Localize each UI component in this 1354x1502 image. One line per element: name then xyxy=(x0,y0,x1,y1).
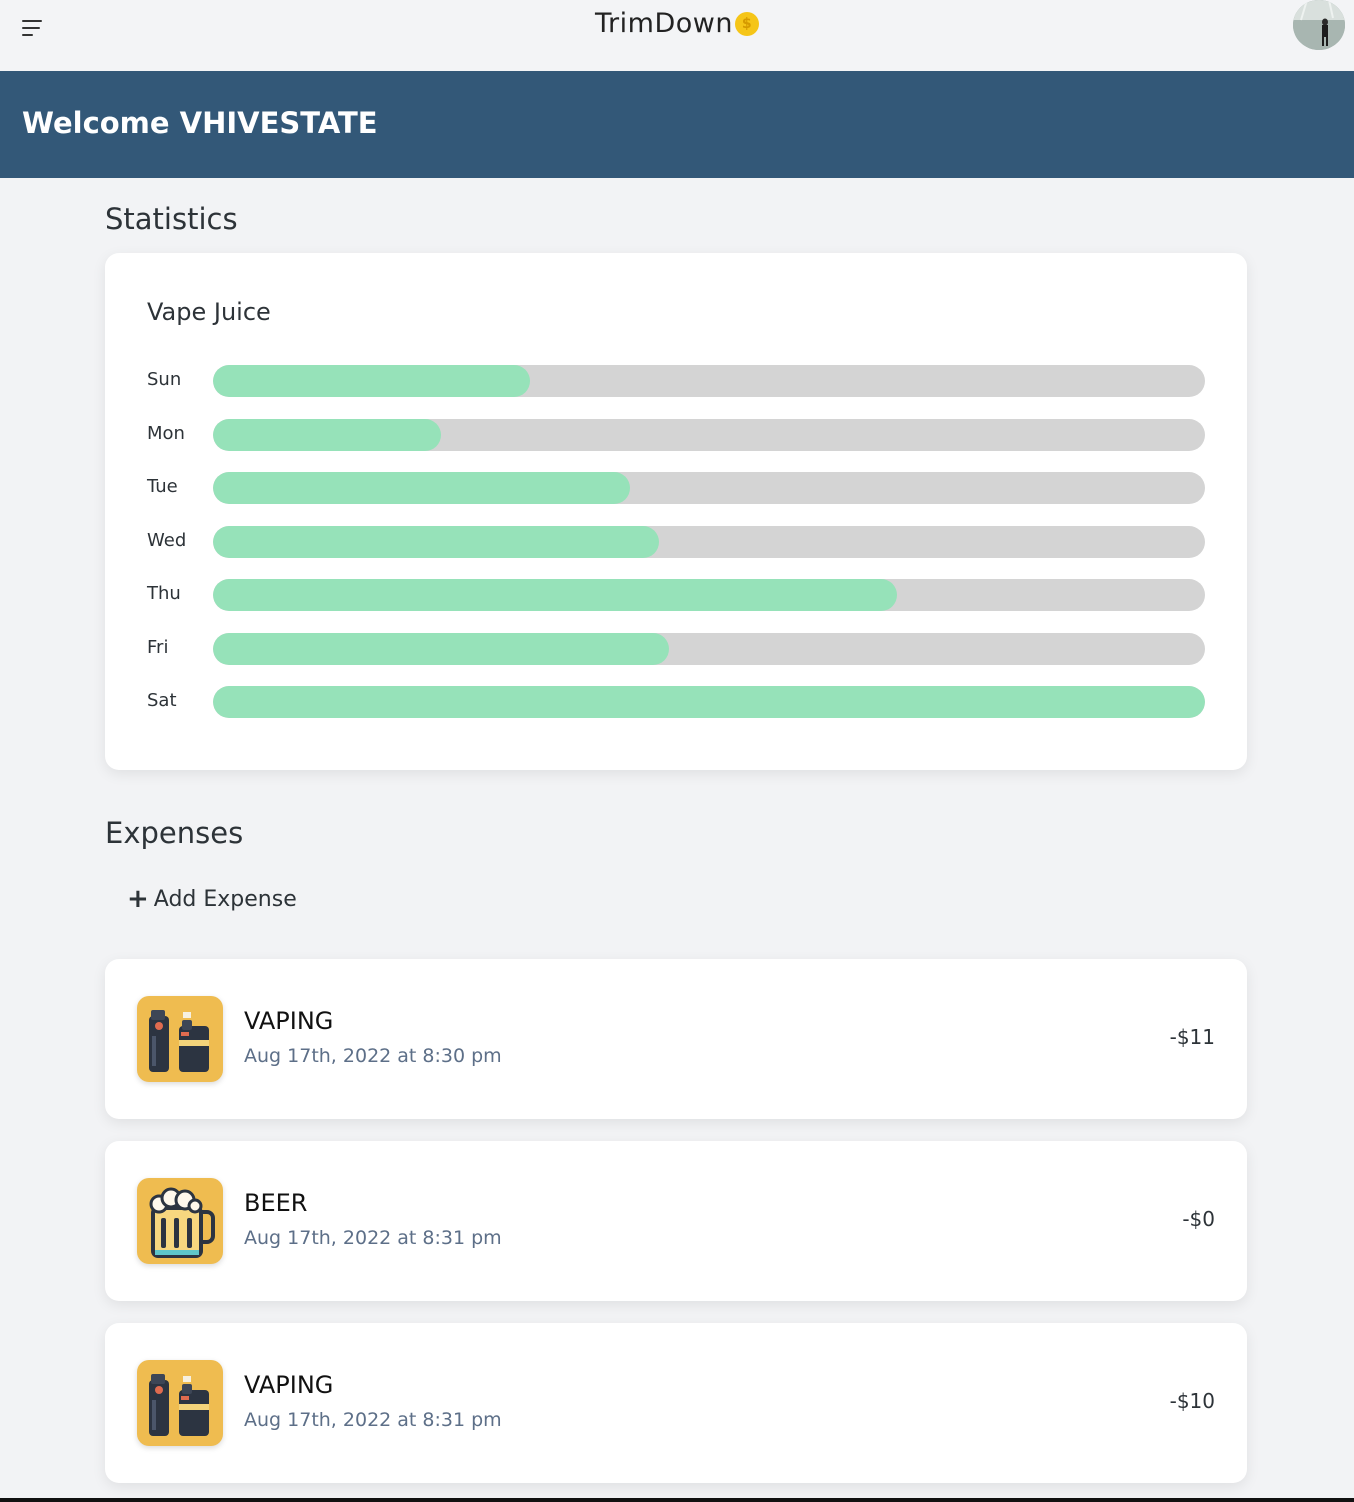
bar-row-wed: Wed xyxy=(147,526,1205,558)
bar-track xyxy=(213,472,1205,504)
statistics-title: Statistics xyxy=(105,202,238,236)
bar-track xyxy=(213,526,1205,558)
bar-fill-wed xyxy=(213,526,660,558)
welcome-banner: Welcome VHIVESTATE xyxy=(0,71,1354,178)
bar-row-mon: Mon xyxy=(147,419,1205,451)
bar-row-tue: Tue xyxy=(147,472,1205,504)
bar-row-fri: Fri xyxy=(147,633,1205,665)
welcome-title: Welcome VHIVESTATE xyxy=(22,106,378,140)
statistics-card: Vape Juice Sun Mon Tue Wed Thu Fri Sat xyxy=(105,253,1247,770)
top-bar: TrimDown $ xyxy=(0,0,1354,71)
expense-date: Aug 17th, 2022 at 8:30 pm xyxy=(244,1045,502,1067)
expenses-title: Expenses xyxy=(105,816,244,850)
bottom-edge xyxy=(0,1498,1354,1502)
expense-date: Aug 17th, 2022 at 8:31 pm xyxy=(244,1409,502,1431)
bar-track xyxy=(213,365,1205,397)
expense-title: VAPING xyxy=(244,1371,334,1399)
bar-label: Wed xyxy=(147,530,187,551)
coin-icon: $ xyxy=(734,11,759,36)
bar-label: Mon xyxy=(147,423,185,444)
bar-row-thu: Thu xyxy=(147,579,1205,611)
expense-title: VAPING xyxy=(244,1007,334,1035)
avatar[interactable] xyxy=(1293,0,1345,50)
bar-fill-sat xyxy=(213,686,1205,718)
bar-fill-mon xyxy=(213,419,442,451)
app-name: TrimDown xyxy=(595,8,733,39)
bar-label: Sun xyxy=(147,369,182,390)
expense-item[interactable]: BEER Aug 17th, 2022 at 8:31 pm -$0 xyxy=(105,1141,1247,1301)
bar-label: Fri xyxy=(147,637,169,658)
expense-amount: -$11 xyxy=(1169,1025,1215,1049)
bar-row-sun: Sun xyxy=(147,365,1205,397)
bar-fill-tue xyxy=(213,472,630,504)
bar-track xyxy=(213,419,1205,451)
bar-fill-thu xyxy=(213,579,898,611)
vape-icon xyxy=(137,1360,223,1446)
bar-fill-sun xyxy=(213,365,531,397)
expense-item[interactable]: VAPING Aug 17th, 2022 at 8:31 pm -$10 xyxy=(105,1323,1247,1483)
expense-amount: -$10 xyxy=(1169,1389,1215,1413)
bar-label: Thu xyxy=(147,583,181,604)
bar-row-sat: Sat xyxy=(147,686,1205,718)
bar-track xyxy=(213,633,1205,665)
bar-label: Sat xyxy=(147,690,177,711)
app-logo[interactable]: TrimDown $ xyxy=(0,8,1354,39)
add-expense-label: Add Expense xyxy=(153,886,297,912)
plus-icon: + xyxy=(127,884,149,914)
add-expense-button[interactable]: + Add Expense xyxy=(127,884,297,914)
vape-icon xyxy=(137,996,223,1082)
bar-fill-fri xyxy=(213,633,670,665)
bar-track xyxy=(213,686,1205,718)
expense-date: Aug 17th, 2022 at 8:31 pm xyxy=(244,1227,502,1249)
avatar-image xyxy=(1293,0,1345,50)
expense-item[interactable]: VAPING Aug 17th, 2022 at 8:30 pm -$11 xyxy=(105,959,1247,1119)
beer-icon xyxy=(137,1178,223,1264)
bar-label: Tue xyxy=(147,476,178,497)
expense-amount: -$0 xyxy=(1182,1207,1215,1231)
chart-title: Vape Juice xyxy=(147,298,271,326)
expense-title: BEER xyxy=(244,1189,308,1217)
bar-track xyxy=(213,579,1205,611)
